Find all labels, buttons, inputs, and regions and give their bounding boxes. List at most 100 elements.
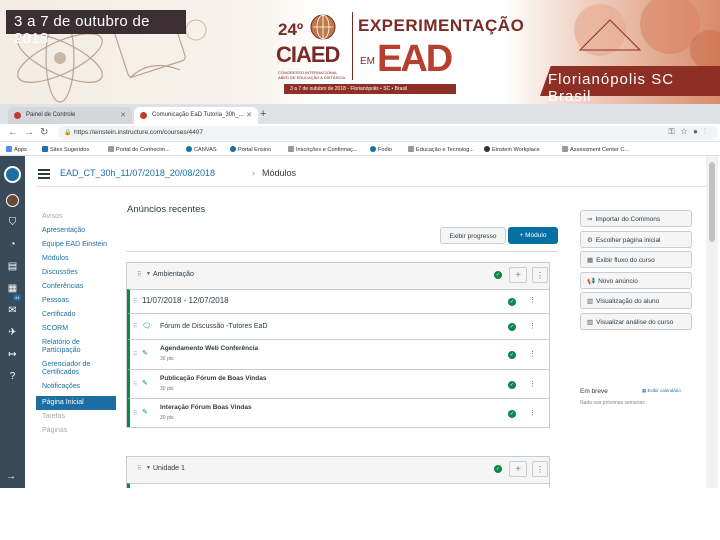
drag-handle-icon[interactable]: ⠿ (133, 298, 137, 305)
commons-icon[interactable]: ✈ (6, 326, 19, 339)
module-item[interactable]: ⠿ ✎ Agendamento Web Conferência 30 pts ✓… (127, 339, 549, 369)
module-item[interactable]: ⠿ 11/07/2018 - 12/07/2018 ✓ ⋮ (127, 289, 549, 313)
course-nav-conferencias[interactable]: Conferências (36, 280, 116, 294)
add-module-button[interactable]: + Módulo (508, 227, 558, 244)
student-view-button[interactable]: ▥ Visualização do aluno (580, 292, 692, 310)
page-scrollbar[interactable] (706, 156, 718, 488)
course-analytics-button[interactable]: ▥ Visualizar análise do curso (580, 312, 692, 330)
module-item-title[interactable]: Agendamento Web Conferência (160, 345, 258, 352)
module-item-title[interactable]: Publicação Fórum de Boas Vindas (160, 375, 266, 382)
published-check-icon[interactable]: ✓ (508, 351, 516, 359)
bookmark-apps[interactable]: Apps (6, 146, 27, 153)
course-nav-apresentacao[interactable]: Apresentação (36, 224, 116, 238)
item-options-icon[interactable]: ⋮ (529, 409, 536, 417)
collapse-triangle-icon[interactable]: ▼ (146, 271, 151, 277)
published-check-icon[interactable]: ✓ (508, 381, 516, 389)
key-icon[interactable]: ⚿ (669, 127, 681, 136)
item-options-icon[interactable]: ⋮ (529, 322, 536, 330)
drag-handle-icon[interactable]: ⠿ (133, 381, 137, 388)
drag-handle-icon[interactable]: ⠿ (133, 351, 137, 358)
course-nav-pagina-inicial[interactable]: Página Inicial (36, 396, 116, 410)
published-check-icon[interactable]: ✓ (494, 271, 502, 279)
help-icon[interactable]: ? (6, 370, 19, 383)
course-nav-gerenciador[interactable]: Gerenciador de Certificados (36, 358, 116, 380)
module-options-button[interactable]: ⋮ (532, 267, 548, 283)
logout-icon[interactable]: ↦ (6, 348, 19, 361)
collapse-triangle-icon[interactable]: ▼ (146, 465, 151, 471)
course-nav-avisos[interactable]: Avisos (36, 210, 116, 224)
bookmark-assessment[interactable]: Assessment Center C... (562, 146, 629, 153)
module-header[interactable]: ⠿ ▼ Unidade 1 ✓ + ⋮ (127, 457, 549, 483)
drag-handle-icon[interactable]: ⠿ (137, 271, 141, 278)
published-check-icon[interactable]: ✓ (508, 410, 516, 418)
tab-comunicacao[interactable]: Comunicação EaD Tutoria_30h_... ✕ (134, 107, 258, 124)
bookmark-educacao[interactable]: Educação e Tecnolog... (408, 146, 474, 153)
course-nav-equipe[interactable]: Equipe EAD Einstein (36, 238, 116, 252)
choose-home-page-button[interactable]: ⚙ Escolher página inicial (580, 230, 692, 248)
item-options-icon[interactable]: ⋮ (529, 380, 536, 388)
view-progress-button[interactable]: Exibir progresso (440, 227, 506, 244)
close-icon[interactable]: ✕ (246, 111, 252, 119)
new-tab-icon[interactable]: + (260, 108, 266, 120)
import-commons-button[interactable]: ⇒ Importar do Commons (580, 210, 692, 227)
course-nav-relatorio[interactable]: Relatório de Participação (36, 336, 116, 358)
module-options-button[interactable]: ⋮ (532, 461, 548, 477)
course-stream-button[interactable]: ▦ Exibir fluxo do curso (580, 251, 692, 269)
course-nav-tarefas[interactable]: Tarefas (36, 410, 116, 424)
published-check-icon[interactable]: ✓ (508, 323, 516, 331)
course-nav-paginas[interactable]: Páginas (36, 424, 116, 438)
bookmark-sites[interactable]: Sites Sugeridos (42, 146, 89, 153)
module-header[interactable]: ⠿ ▼ Ambientação ✓ + ⋮ (127, 263, 549, 289)
published-check-icon[interactable]: ✓ (508, 298, 516, 306)
course-nav-notificacoes[interactable]: Notificações (36, 380, 116, 394)
url-input[interactable]: 🔒 https://einstein.instructure.com/cours… (58, 126, 718, 140)
module-item[interactable]: ⠿ 🗨 Fórum de Discussão -Tutores EaD ✓ ⋮ (127, 313, 549, 339)
account-icon[interactable]: ● (693, 127, 704, 136)
close-icon[interactable]: ✕ (120, 111, 126, 119)
item-options-icon[interactable]: ⋮ (529, 296, 536, 304)
bookmark-portal-conhecimento[interactable]: Portal do Conhecim... (108, 146, 170, 153)
breadcrumb-course-link[interactable]: EAD_CT_30h_11/07/2018_20/08/2018 (60, 168, 215, 178)
course-nav-scorm[interactable]: SCORM (36, 322, 116, 336)
tab-painel[interactable]: Painel de Controle ✕ (8, 107, 132, 124)
view-calendar-link[interactable]: ▦ Exibir calendário (642, 388, 681, 394)
add-item-button[interactable]: + (509, 267, 527, 283)
assignment-icon: ✎ (142, 380, 148, 387)
module-item-title[interactable]: Fórum de Discussão -Tutores EaD (160, 323, 268, 330)
bookmark-canvas[interactable]: CANVAS (186, 146, 217, 153)
item-options-icon[interactable]: ⋮ (529, 350, 536, 358)
new-announcement-button[interactable]: 📢 Novo anúncio (580, 271, 692, 289)
hamburger-menu-icon[interactable] (38, 169, 50, 181)
back-icon[interactable]: ← (8, 127, 18, 138)
scrollbar-thumb[interactable] (709, 162, 715, 242)
course-nav-discussoes[interactable]: Discussões (36, 266, 116, 280)
module-item[interactable]: ⠿ ✎ Interação Fórum Boas Vindas 30 pts ✓… (127, 398, 549, 427)
menu-icon[interactable]: ⋮ (704, 127, 712, 136)
admin-shield-icon[interactable]: ⛉ (6, 216, 19, 229)
inbox-icon[interactable]: ✉ (6, 304, 19, 317)
module-item-title[interactable]: Interação Fórum Boas Vindas (160, 404, 252, 411)
bookmark-inscricoes[interactable]: Inscrições e Confirmaç... (288, 146, 358, 153)
bookmark-fodio[interactable]: Fodio (370, 146, 392, 153)
institution-logo-icon[interactable] (4, 166, 21, 183)
forward-icon[interactable]: → (24, 127, 34, 138)
drag-handle-icon[interactable]: ⠿ (133, 323, 137, 330)
bookmark-portal-ensino[interactable]: Portal Ensino (230, 146, 271, 153)
star-icon[interactable]: ☆ (681, 127, 694, 136)
module-item[interactable] (127, 483, 549, 488)
drag-handle-icon[interactable]: ⠿ (137, 465, 141, 472)
course-nav-pessoas[interactable]: Pessoas (36, 294, 116, 308)
avatar[interactable] (6, 194, 19, 207)
course-nav-certificado[interactable]: Certificado (36, 308, 116, 322)
dashboard-gauge-icon[interactable]: ◔ (6, 238, 19, 251)
bookmark-einstein[interactable]: Einstein Workplace (484, 146, 540, 153)
reload-icon[interactable]: ↻ (40, 127, 48, 138)
collapse-nav-icon[interactable]: → (6, 471, 16, 482)
course-nav-modulos[interactable]: Módulos (36, 252, 116, 266)
courses-book-icon[interactable]: ▤ (6, 260, 19, 273)
module-item[interactable]: ⠿ ✎ Publicação Fórum de Boas Vindas 30 p… (127, 369, 549, 398)
page-title: Anúncios recentes (127, 204, 206, 215)
published-check-icon[interactable]: ✓ (494, 465, 502, 473)
drag-handle-icon[interactable]: ⠿ (133, 410, 137, 417)
add-item-button[interactable]: + (509, 461, 527, 477)
